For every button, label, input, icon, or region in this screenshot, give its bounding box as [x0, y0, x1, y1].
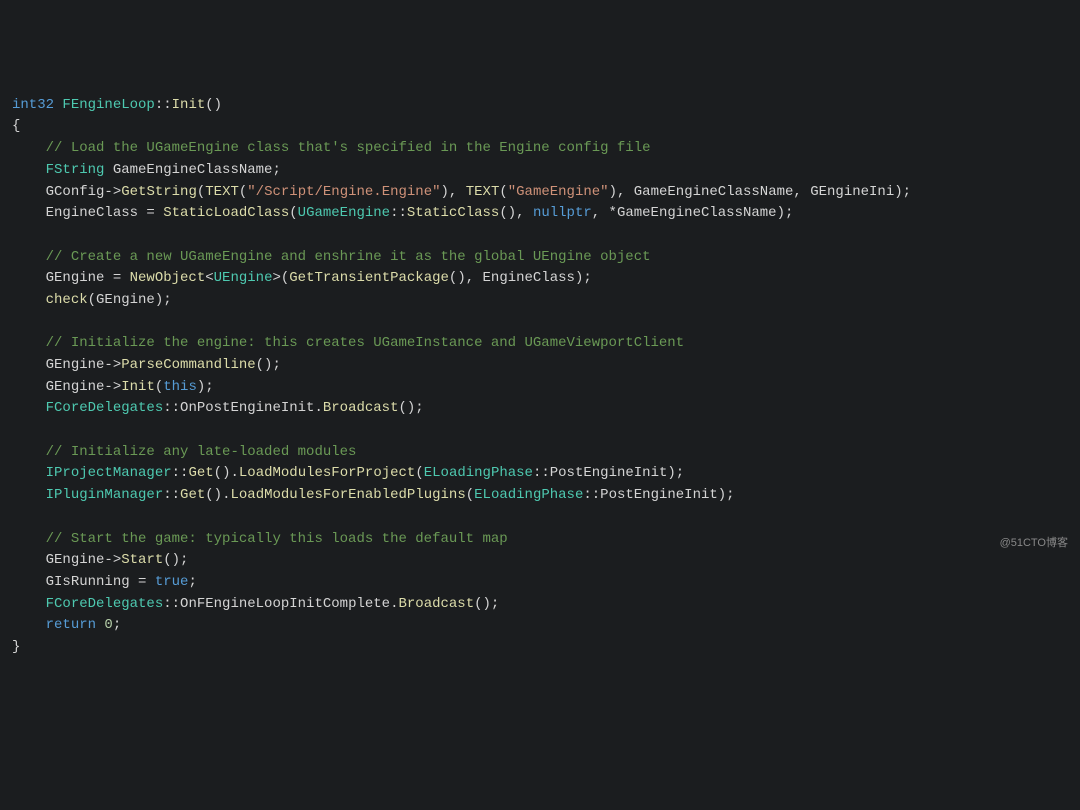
punc: (); — [474, 596, 499, 612]
comment: // Initialize any late-loaded modules — [46, 444, 357, 460]
fn-name: Init — [172, 97, 206, 113]
ident: GEngine = — [46, 270, 130, 286]
scope-op: :: — [163, 487, 180, 503]
nullptr: nullptr — [533, 205, 592, 221]
paren: ( — [155, 379, 163, 395]
ident: GConfig — [46, 184, 105, 200]
op: -> — [104, 379, 121, 395]
member: ::PostEngineInit); — [533, 465, 684, 481]
punc: (); — [163, 552, 188, 568]
ident: GEngine — [46, 552, 105, 568]
return-type: int32 — [12, 97, 54, 113]
fn-call: Start — [121, 552, 163, 568]
angle: >( — [272, 270, 289, 286]
type: FCoreDelegates — [46, 596, 164, 612]
op: -> — [104, 552, 121, 568]
class-name: FEngineLoop — [62, 97, 154, 113]
punc: ), — [441, 184, 466, 200]
punc: (), EngineClass); — [449, 270, 592, 286]
paren: () — [205, 97, 222, 113]
paren: ( — [289, 205, 297, 221]
paren: ( — [466, 487, 474, 503]
macro: TEXT — [466, 184, 500, 200]
punc: (). — [214, 465, 239, 481]
fn-call: LoadModulesForProject — [239, 465, 415, 481]
punc: (GEngine); — [88, 292, 172, 308]
ident: GEngine — [46, 379, 105, 395]
fn-call: Broadcast — [398, 596, 474, 612]
type: ELoadingPhase — [474, 487, 583, 503]
ident: GEngine — [46, 357, 105, 373]
comment: // Create a new UGameEngine and enshrine… — [46, 249, 651, 265]
fn-call: Init — [121, 379, 155, 395]
punc: ; — [188, 574, 196, 590]
type: UEngine — [214, 270, 273, 286]
punc: (); — [399, 400, 424, 416]
brace: } — [12, 639, 20, 655]
ident: EngineClass = — [46, 205, 164, 221]
punc: , *GameEngineClassName); — [592, 205, 794, 221]
member: ::PostEngineInit); — [583, 487, 734, 503]
type: FCoreDelegates — [46, 400, 164, 416]
member: ::OnFEngineLoopInitComplete. — [163, 596, 398, 612]
paren: ( — [197, 184, 205, 200]
op: -> — [104, 357, 121, 373]
brace: { — [12, 118, 20, 134]
fn-call: Get — [188, 465, 213, 481]
paren: ( — [415, 465, 423, 481]
ident: GIsRunning = — [46, 574, 155, 590]
fn-call: Broadcast — [323, 400, 399, 416]
comment: // Initialize the engine: this creates U… — [46, 335, 685, 351]
punc: ; — [113, 617, 121, 633]
code-block: int32 FEngineLoop::Init() { // Load the … — [12, 95, 1068, 659]
type: UGameEngine — [298, 205, 390, 221]
scope-op: :: — [172, 465, 189, 481]
type: FString — [46, 162, 105, 178]
fn-call: ParseCommandline — [121, 357, 255, 373]
punc: (), — [499, 205, 533, 221]
macro: check — [46, 292, 88, 308]
member: ::OnPostEngineInit. — [163, 400, 323, 416]
string: "/Script/Engine.Engine" — [247, 184, 440, 200]
number: 0 — [104, 617, 112, 633]
watermark: @51CTO博客 — [1000, 535, 1068, 552]
macro: TEXT — [205, 184, 239, 200]
fn-call: NewObject — [130, 270, 206, 286]
comment: // Start the game: typically this loads … — [46, 531, 508, 547]
fn-call: StaticClass — [407, 205, 499, 221]
fn-call: Get — [180, 487, 205, 503]
this: this — [163, 379, 197, 395]
comment: // Load the UGameEngine class that's spe… — [46, 140, 651, 156]
punc: ), GameEngineClassName, GEngineIni); — [609, 184, 911, 200]
fn-call: GetString — [121, 184, 197, 200]
string: "GameEngine" — [508, 184, 609, 200]
type: IProjectManager — [46, 465, 172, 481]
op: -> — [104, 184, 121, 200]
var-decl: GameEngineClassName; — [113, 162, 281, 178]
scope-op: :: — [390, 205, 407, 221]
fn-call: LoadModulesForEnabledPlugins — [230, 487, 465, 503]
type: ELoadingPhase — [424, 465, 533, 481]
return: return — [46, 617, 105, 633]
fn-call: StaticLoadClass — [163, 205, 289, 221]
punc: (). — [205, 487, 230, 503]
bool: true — [155, 574, 189, 590]
paren: ( — [499, 184, 507, 200]
angle: < — [205, 270, 213, 286]
fn-call: GetTransientPackage — [289, 270, 449, 286]
punc: (); — [256, 357, 281, 373]
scope-op: :: — [155, 97, 172, 113]
punc: ); — [197, 379, 214, 395]
type: IPluginManager — [46, 487, 164, 503]
